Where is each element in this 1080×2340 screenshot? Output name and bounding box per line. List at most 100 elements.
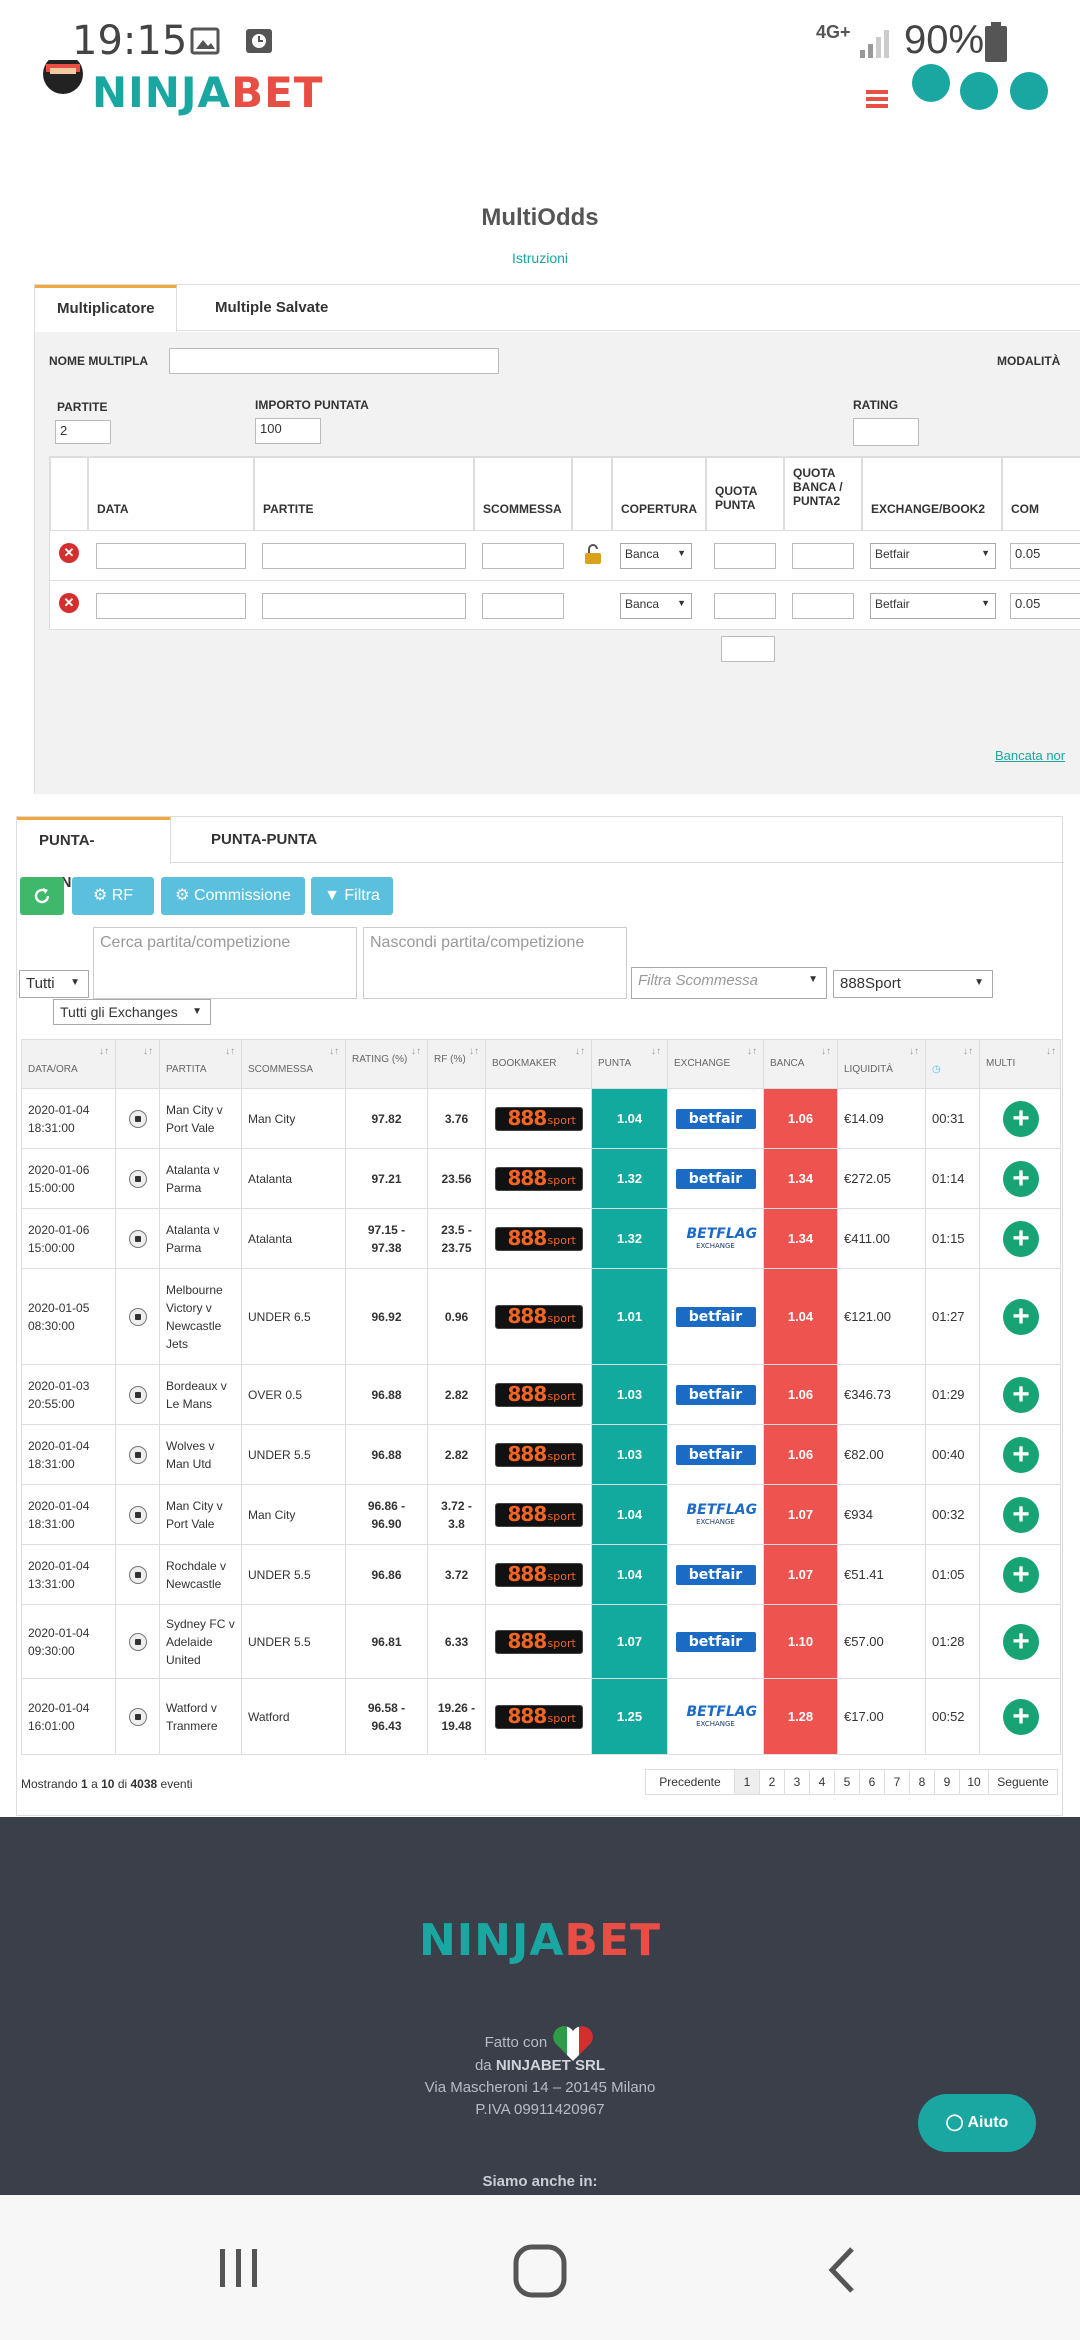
- tab-punta-banca[interactable]: PUNTA-BANCA: [17, 817, 171, 891]
- add-multi-icon[interactable]: +: [1003, 1556, 1039, 1593]
- pager-page-button[interactable]: 8: [909, 1769, 935, 1795]
- instagram-icon[interactable]: [960, 72, 998, 110]
- col-bookmaker[interactable]: BOOKMAKER ↓↑: [486, 1040, 592, 1090]
- add-multi-icon[interactable]: +: [1003, 1160, 1039, 1197]
- refresh-button[interactable]: [20, 877, 64, 915]
- tab-punta-punta[interactable]: PUNTA-PUNTA: [189, 817, 339, 864]
- rating-input[interactable]: [853, 418, 919, 446]
- cell-match[interactable]: Wolves v Man Utd: [160, 1425, 242, 1484]
- cell-banca[interactable]: 1.06: [764, 1365, 838, 1424]
- cell-banca[interactable]: 1.34: [764, 1209, 838, 1268]
- pager-prev-button[interactable]: Precedente: [645, 1769, 735, 1795]
- help-button[interactable]: ◯ Aiuto: [918, 2094, 1036, 2152]
- ninja-logo-icon[interactable]: [36, 60, 90, 110]
- pager-page-button[interactable]: 10: [959, 1769, 989, 1795]
- cell-punta[interactable]: 1.25: [592, 1679, 668, 1754]
- cell-match[interactable]: Man City v Port Vale: [160, 1089, 242, 1148]
- site-logo[interactable]: NINJABET: [92, 68, 323, 117]
- commissione-button[interactable]: ⚙ Commissione: [161, 877, 305, 915]
- exchange-select[interactable]: Betfair ▼: [870, 543, 996, 569]
- quota-punta-input[interactable]: [714, 593, 776, 619]
- back-icon[interactable]: [822, 2245, 862, 2295]
- cell-match[interactable]: Bordeaux v Le Mans: [160, 1365, 242, 1424]
- cell-banca[interactable]: 1.06: [764, 1425, 838, 1484]
- pager-page-button[interactable]: 6: [859, 1769, 885, 1795]
- cell-exchange[interactable]: betfair: [668, 1365, 764, 1424]
- row-data-input[interactable]: [96, 593, 246, 619]
- cell-bookmaker[interactable]: 888 sport: [486, 1149, 592, 1208]
- pager-next-button[interactable]: Seguente: [988, 1769, 1058, 1795]
- bancata-link[interactable]: Bancata nor: [995, 748, 1065, 763]
- copertura-select[interactable]: Banca ▼: [620, 593, 692, 619]
- partite-input[interactable]: 2: [55, 420, 111, 444]
- twitter-icon[interactable]: [1010, 72, 1048, 110]
- row-data-input[interactable]: [96, 543, 246, 569]
- rf-button[interactable]: ⚙ RF: [72, 877, 154, 915]
- quota-punta-input[interactable]: [714, 543, 776, 569]
- add-multi-icon[interactable]: +: [1003, 1436, 1039, 1473]
- cell-match[interactable]: Watford v Tranmere: [160, 1679, 242, 1754]
- cell-punta[interactable]: 1.32: [592, 1209, 668, 1268]
- cell-punta[interactable]: 1.32: [592, 1149, 668, 1208]
- quota-banca-input[interactable]: [792, 543, 854, 569]
- col-sport[interactable]: ↓↑: [116, 1040, 160, 1090]
- pager-page-button[interactable]: 2: [759, 1769, 785, 1795]
- add-multi-icon[interactable]: +: [1003, 1698, 1039, 1735]
- row-partite-input[interactable]: [262, 543, 466, 569]
- tutti-select[interactable]: Tutti ▼: [19, 970, 89, 998]
- cell-punta[interactable]: 1.03: [592, 1365, 668, 1424]
- row-scommessa-input[interactable]: [482, 593, 564, 619]
- cell-exchange[interactable]: BETFLAG EXCHANGE: [668, 1209, 764, 1268]
- col-rating[interactable]: RATING (%) ↓↑: [346, 1040, 428, 1090]
- col-scommessa[interactable]: SCOMMESSA ↓↑: [242, 1040, 346, 1090]
- col-rf[interactable]: RF (%) ↓↑: [428, 1040, 486, 1090]
- cell-banca[interactable]: 1.10: [764, 1605, 838, 1678]
- tab-multiplicatore[interactable]: Multiplicatore: [35, 285, 177, 332]
- col-exchange[interactable]: EXCHANGE ↓↑: [668, 1040, 764, 1090]
- recent-apps-icon[interactable]: [214, 2243, 264, 2293]
- col-punta[interactable]: PUNTA ↓↑: [592, 1040, 668, 1090]
- pager-page-button[interactable]: 4: [809, 1769, 835, 1795]
- cell-banca[interactable]: 1.06: [764, 1089, 838, 1148]
- cell-bookmaker[interactable]: 888 sport: [486, 1545, 592, 1604]
- row-scommessa-input[interactable]: [482, 543, 564, 569]
- cell-punta[interactable]: 1.07: [592, 1605, 668, 1678]
- cell-bookmaker[interactable]: 888 sport: [486, 1605, 592, 1678]
- cell-exchange[interactable]: betfair: [668, 1425, 764, 1484]
- col-partita[interactable]: PARTITA ↓↑: [160, 1040, 242, 1090]
- cell-bookmaker[interactable]: 888 sport: [486, 1269, 592, 1364]
- cell-bookmaker[interactable]: 888 sport: [486, 1485, 592, 1544]
- cell-match[interactable]: Atalanta v Parma: [160, 1149, 242, 1208]
- home-icon[interactable]: [512, 2243, 568, 2299]
- filter-bet-select[interactable]: Filtra Scommessa ▼: [631, 967, 827, 999]
- pager-page-button[interactable]: 3: [784, 1769, 810, 1795]
- remove-row-icon[interactable]: ✕: [59, 593, 79, 613]
- filtra-button[interactable]: ▼ Filtra: [311, 877, 393, 915]
- cell-bookmaker[interactable]: 888 sport: [486, 1209, 592, 1268]
- col-clock[interactable]: ◷ ↓↑: [926, 1040, 980, 1090]
- cell-punta[interactable]: 1.01: [592, 1269, 668, 1364]
- col-multi[interactable]: MULTI ↓↑: [980, 1040, 1062, 1090]
- cell-exchange[interactable]: betfair: [668, 1089, 764, 1148]
- cell-banca[interactable]: 1.04: [764, 1269, 838, 1364]
- instructions-link[interactable]: Istruzioni: [0, 250, 1080, 266]
- search-input[interactable]: Cerca partita/competizione: [93, 927, 357, 999]
- remove-row-icon[interactable]: ✕: [59, 543, 79, 563]
- cell-match[interactable]: Sydney FC v Adelaide United: [160, 1605, 242, 1678]
- cell-match[interactable]: Atalanta v Parma: [160, 1209, 242, 1268]
- total-input[interactable]: [721, 636, 775, 662]
- pager-page-button[interactable]: 9: [934, 1769, 960, 1795]
- exchange-select[interactable]: Betfair ▼: [870, 593, 996, 619]
- col-liquidita[interactable]: LIQUIDITÀ ↓↑: [838, 1040, 926, 1090]
- cell-exchange[interactable]: betfair: [668, 1149, 764, 1208]
- add-multi-icon[interactable]: +: [1003, 1376, 1039, 1413]
- cell-match[interactable]: Rochdale v Newcastle: [160, 1545, 242, 1604]
- pager-page-button[interactable]: 7: [884, 1769, 910, 1795]
- com-input[interactable]: 0.05: [1010, 593, 1080, 619]
- cell-exchange[interactable]: betfair: [668, 1545, 764, 1604]
- cell-bookmaker[interactable]: 888 sport: [486, 1679, 592, 1754]
- copertura-select[interactable]: Banca ▼: [620, 543, 692, 569]
- cell-bookmaker[interactable]: 888 sport: [486, 1425, 592, 1484]
- social-icon-1[interactable]: [912, 64, 950, 102]
- add-multi-icon[interactable]: +: [1003, 1496, 1039, 1533]
